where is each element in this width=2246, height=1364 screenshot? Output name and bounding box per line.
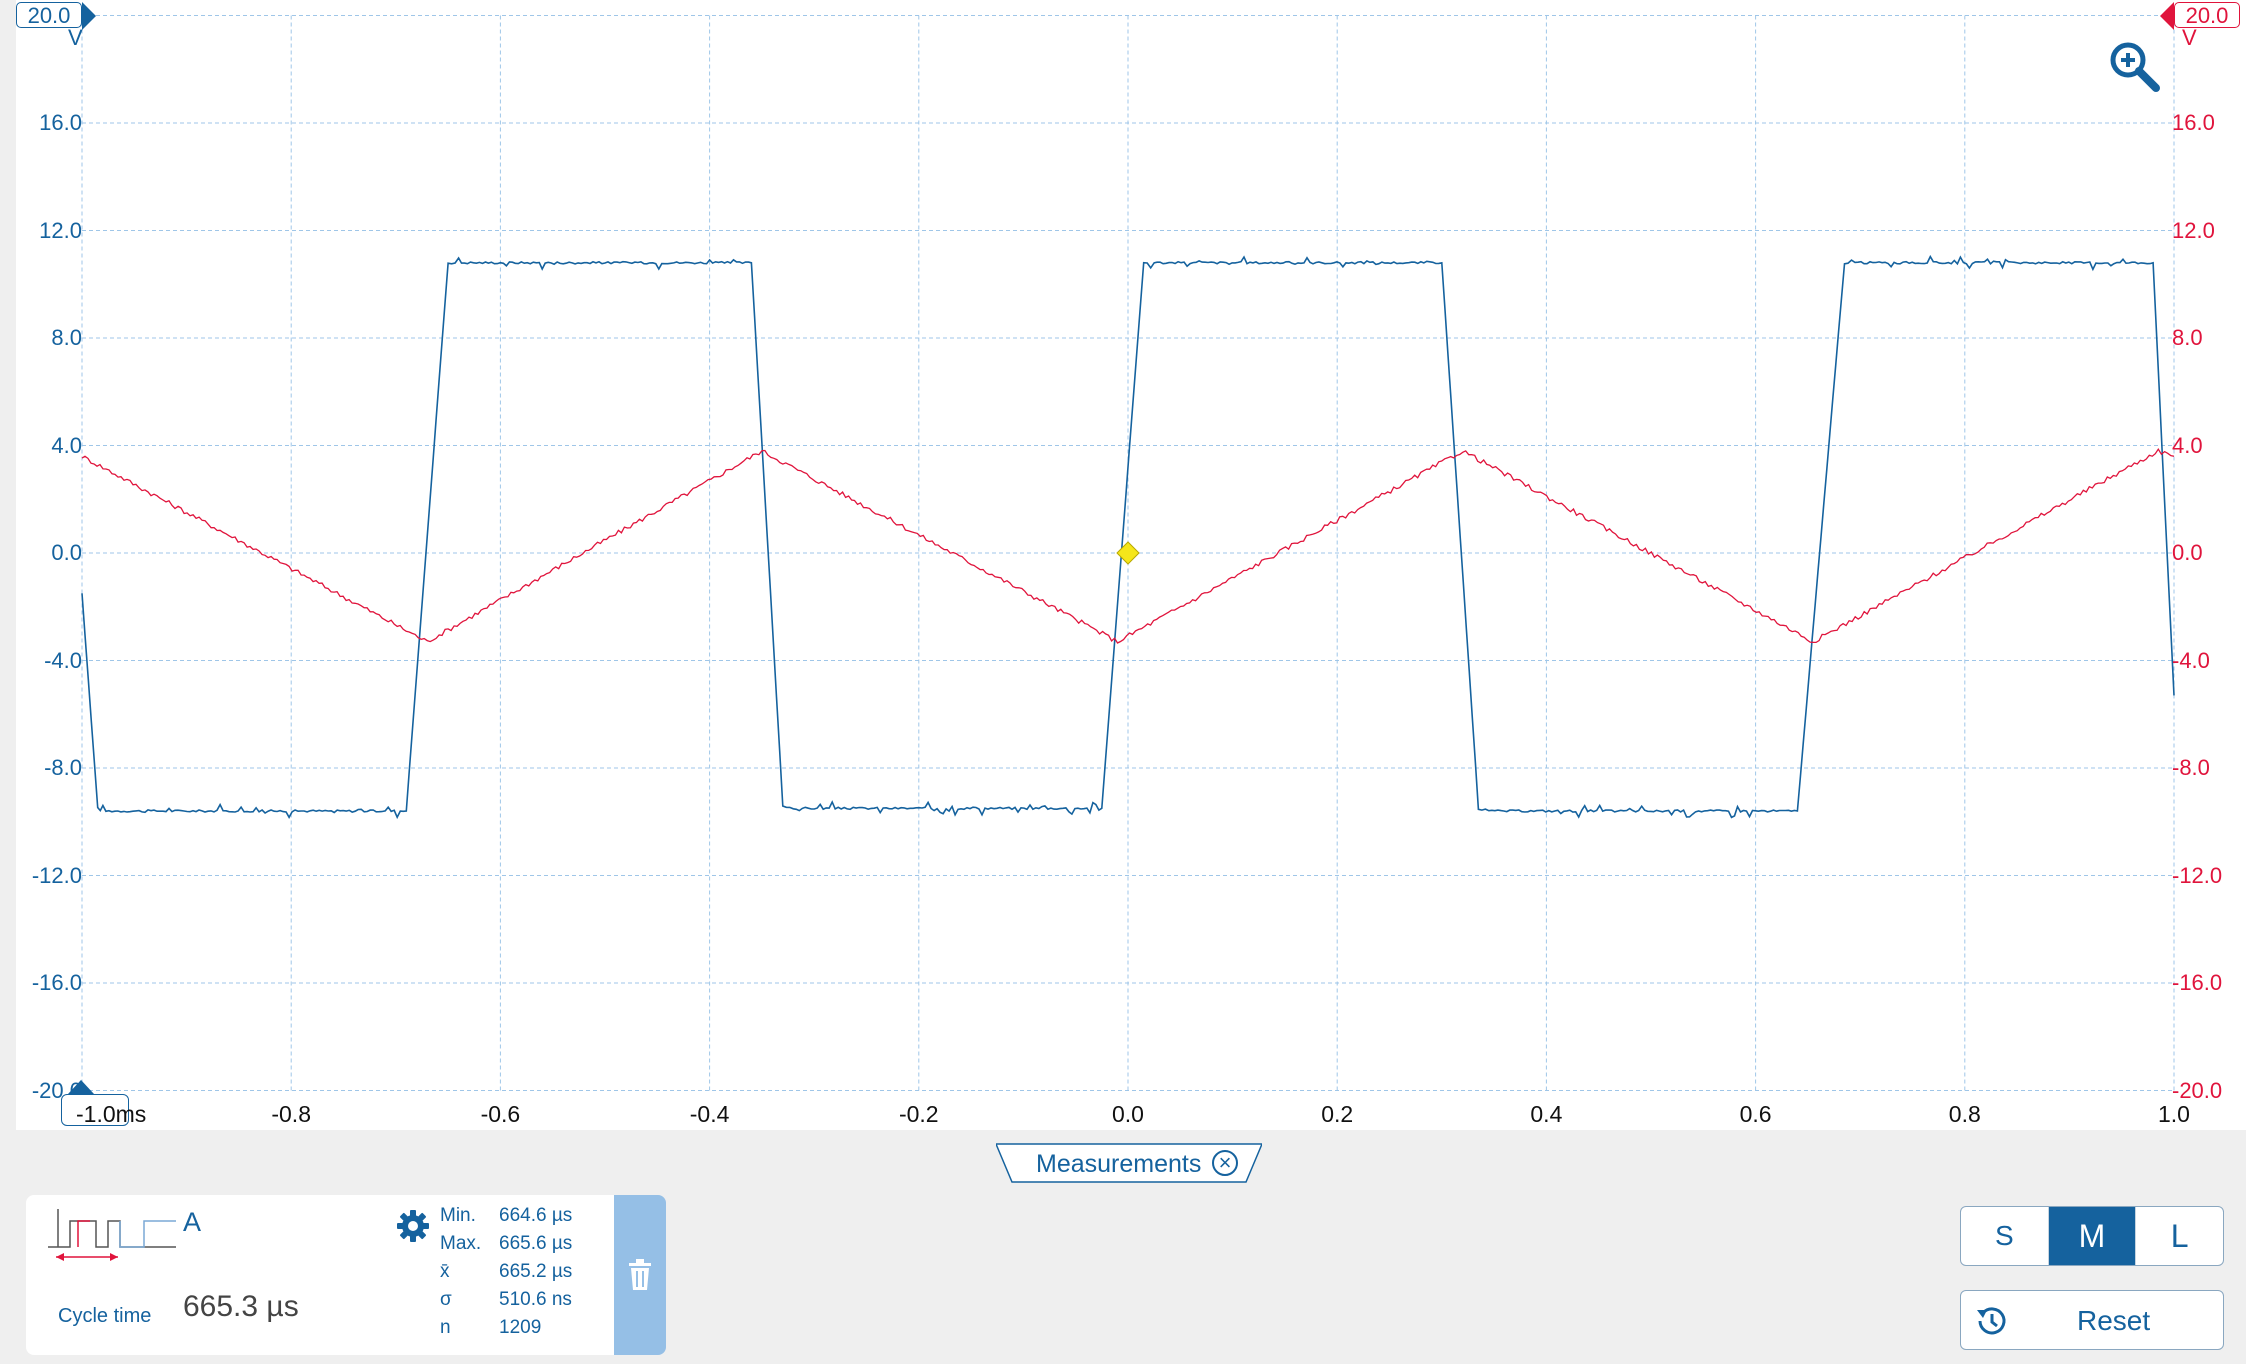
y-tick-right: 12.0	[2172, 217, 2215, 243]
gear-icon[interactable]	[396, 1209, 430, 1243]
y-tick-right: -8.0	[2172, 755, 2210, 780]
waveform-plot[interactable]	[16, 0, 2246, 1130]
measurement-card[interactable]: A Cycle time 665.3 µs Min. 664.6 µs Max. 66…	[26, 1195, 666, 1355]
measurements-label: Measurements	[1036, 1150, 1202, 1178]
x-tick: 0.6	[1739, 1101, 1772, 1127]
history-icon	[1977, 1307, 2006, 1335]
y-tick-left: 16.0	[39, 110, 82, 135]
channel-label: A	[183, 1207, 202, 1237]
x-tick: -0.8	[271, 1101, 311, 1127]
close-circle-icon[interactable]: ×	[1212, 1150, 1238, 1176]
left-range-value: 20.0	[27, 3, 71, 28]
y-tick-right: 8.0	[2172, 325, 2203, 350]
right-range-marker-icon	[2160, 2, 2174, 30]
y-tick-left: -12.0	[31, 862, 82, 888]
y-tick-right: -12.0	[2172, 862, 2223, 888]
y-tick-left: 12.0	[39, 217, 82, 243]
y-tick-right: -20.0	[2172, 1077, 2223, 1103]
stat-key: x̄	[440, 1261, 450, 1282]
reset-label: Reset	[2077, 1305, 2151, 1336]
stat-key: σ	[440, 1289, 452, 1310]
oscilloscope-display[interactable]: 20.0 V 20.0 V 16.0 12.0 8.0 4.0 0.0 -4.0 -8.0-…	[16, 0, 2246, 1130]
size-button-s[interactable]: S	[1961, 1207, 2048, 1265]
y-tick-left: 8.0	[51, 325, 82, 350]
x-tick: 0.0	[1112, 1101, 1144, 1127]
stat-value: 665.2 µs	[499, 1261, 573, 1282]
stat-value: 664.6 µs	[499, 1205, 573, 1226]
measurement-type-label: Cycle time	[58, 1305, 152, 1327]
x-tick: -0.6	[480, 1101, 521, 1127]
y-tick-right: -4.0	[2172, 647, 2210, 673]
x-start-marker-icon	[68, 1080, 94, 1094]
stat-key: Min.	[440, 1205, 476, 1226]
size-selector[interactable]: SML	[1960, 1206, 2224, 1266]
x-tick: 1.0	[2158, 1101, 2190, 1127]
reset-button[interactable]: Reset	[1960, 1290, 2224, 1350]
stat-key: Max.	[440, 1233, 482, 1254]
x-tick: -0.4	[689, 1101, 730, 1127]
size-button-l[interactable]: L	[2135, 1207, 2223, 1265]
x-tick: 0.4	[1530, 1101, 1563, 1127]
stat-value: 1209	[499, 1317, 542, 1338]
y-tick-right: 0.0	[2172, 540, 2203, 565]
cycle-time-icon	[48, 1209, 176, 1261]
stat-value: 665.6 µs	[499, 1233, 573, 1254]
right-unit: V	[2182, 25, 2197, 50]
size-button-m[interactable]: M	[2047, 1207, 2136, 1265]
y-tick-right: 16.0	[2172, 110, 2215, 135]
x-start-label: -1.0ms	[76, 1101, 147, 1127]
y-tick-right: 4.0	[2172, 432, 2203, 458]
x-tick: 0.2	[1321, 1101, 1354, 1127]
zoom-in-icon[interactable]	[2106, 38, 2162, 94]
y-tick-left: -4.0	[44, 647, 82, 673]
y-tick-right: -16.0	[2172, 970, 2223, 995]
left-unit: V	[68, 25, 83, 50]
y-tick-left: -8.0	[44, 755, 82, 780]
stat-key: n	[440, 1317, 451, 1338]
measurement-value: 665.3 µs	[183, 1290, 299, 1323]
y-tick-left: 4.0	[51, 432, 82, 458]
left-range-marker-icon	[82, 2, 96, 30]
y-tick-left: -16.0	[31, 970, 82, 995]
y-tick-left: 0.0	[51, 540, 82, 565]
x-tick: 0.8	[1948, 1101, 1981, 1127]
measurements-tab[interactable]: Measurements ×	[996, 1143, 1262, 1183]
stat-value: 510.6 ns	[499, 1289, 572, 1310]
trash-icon[interactable]	[614, 1195, 666, 1355]
x-tick: -0.2	[898, 1101, 939, 1127]
